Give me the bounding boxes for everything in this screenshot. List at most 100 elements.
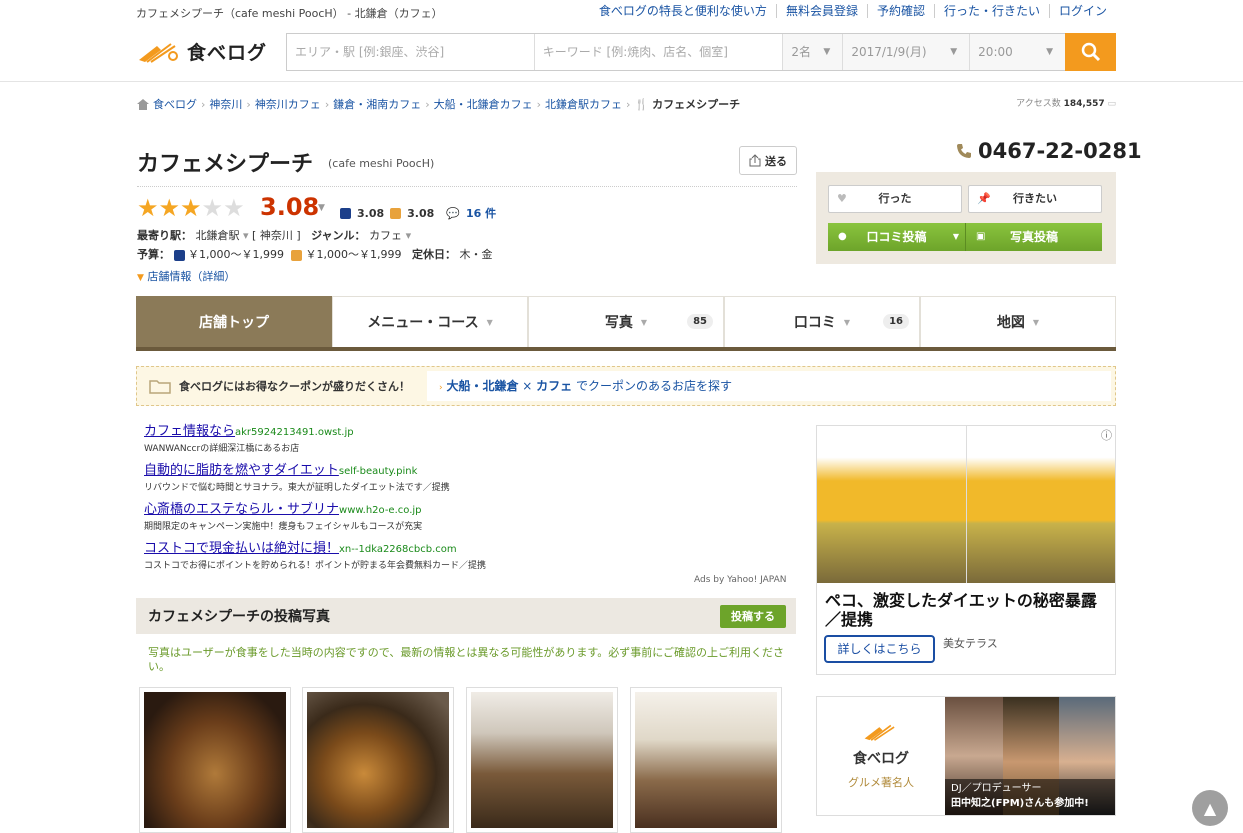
lunch-score: 3.08 (407, 206, 435, 220)
ad-title[interactable]: 心斎橋のエステならル・サブリナ (144, 502, 339, 517)
tab-bar: 店舗トップ メニュー・コース ▼ 写真 ▼ 85 口コミ ▼ 16 地図 ▼ (136, 296, 1116, 351)
holiday-value: 木・金 (459, 248, 493, 261)
info-icon[interactable]: ⓘ (1101, 427, 1112, 443)
ad-url[interactable]: akr5924213491.owst.jp (235, 427, 354, 438)
photo-thumb[interactable] (466, 687, 618, 833)
text-ads: カフェ情報ならakr5924213491.owst.jp WANWANccrの詳細… (144, 420, 794, 576)
keyword-input[interactable]: キーワード [例:焼肉、店名、個室] (534, 34, 784, 70)
breadcrumb: 食べログ › 神奈川 › 神奈川カフェ › 鎌倉・湘南カフェ › 大船・北鎌倉カフェ › … (137, 96, 740, 112)
moon-icon (173, 249, 185, 261)
chevron-down-icon: ▼ (1032, 317, 1040, 327)
sub-scores: 3.08 3.08 💬 16 件 (340, 205, 496, 221)
went-button[interactable]: ♥ 行った (828, 185, 962, 213)
date-value: 2017/1/9(月) (851, 45, 927, 59)
interior-photo (471, 692, 613, 828)
side-ad[interactable]: ⓘ ペコ、激変したダイエットの秘密暴露／提携 詳しくはこちら 美女テラス (816, 425, 1116, 675)
time-select[interactable]: 20:00 ▼ (970, 34, 1066, 70)
heart-icon: ♥ (837, 192, 847, 205)
ad-url[interactable]: self-beauty.pink (339, 466, 418, 477)
access-label: アクセス数 (1016, 99, 1061, 109)
banner-caption-1: DJ／プロデューサー (951, 783, 1042, 794)
ad-title[interactable]: カフェ情報なら (144, 424, 235, 439)
star-icon: ★ (223, 194, 245, 222)
topnav-login-link[interactable]: ログイン (1048, 4, 1116, 18)
celebrity-banner[interactable]: 食べログ グルメ著名人 DJ／プロデューサー 田中知之(FPM)さんも参加中! (816, 696, 1116, 816)
topnav-visited-link[interactable]: 行った・行きたい (933, 4, 1049, 18)
tab-top[interactable]: 店舗トップ (136, 296, 332, 347)
budget-dinner: ￥1,000～￥1,999 (188, 248, 284, 261)
photo-post-label: 写真投稿 (1009, 230, 1058, 244)
ad-item[interactable]: 心斎橋のエステならル・サブリナwww.h2o-e.co.jp 期間限定のキャンペー… (144, 498, 794, 532)
breadcrumb-item[interactable]: 鎌倉・湘南カフェ (333, 96, 421, 112)
ad-item[interactable]: コストコで現金払いは絶対に損！xn--1dka2268cbcb.com コストコで… (144, 537, 794, 571)
sun-icon (290, 249, 302, 261)
shop-info-link[interactable]: 店舗情報（詳細） (147, 270, 235, 283)
photo-thumb[interactable] (630, 687, 782, 833)
people-select[interactable]: 2名 ▼ (783, 34, 844, 70)
ad-cta-button[interactable]: 詳しくはこちら (824, 635, 935, 663)
area-input[interactable]: エリア・駅 [例:銀座、渋谷] (287, 34, 535, 70)
tab-menu[interactable]: メニュー・コース ▼ (332, 296, 528, 347)
breadcrumb-item[interactable]: 神奈川 (209, 96, 242, 112)
food-photo (144, 692, 286, 828)
comment-icon: 💬 (446, 206, 460, 220)
phone-icon (957, 144, 971, 158)
ad-desc: WANWANccrの詳細深江橋にあるお店 (144, 444, 300, 454)
restaurant-name: カフェメシプーチ (137, 152, 314, 177)
ad-url[interactable]: www.h2o-e.co.jp (339, 505, 422, 516)
tab-label: 地図 (996, 315, 1025, 331)
topnav-features-link[interactable]: 食べログの特長と便利な使い方 (590, 4, 776, 18)
tab-reviews[interactable]: 口コミ ▼ 16 (724, 296, 920, 347)
breadcrumb-item[interactable]: 大船・北鎌倉カフェ (434, 96, 533, 112)
action-box: ♥ 行った 📌 行きたい ● 口コミ投稿 ▼ ▣ 写真投稿 (816, 172, 1116, 264)
breadcrumb-item[interactable]: 北鎌倉駅カフェ (545, 96, 622, 112)
breadcrumb-item[interactable]: 食べログ (153, 96, 197, 112)
date-select[interactable]: 2017/1/9(月) ▼ (843, 34, 971, 70)
tab-photos[interactable]: 写真 ▼ 85 (528, 296, 724, 347)
logo-icon (864, 724, 895, 741)
rating-score: 3.08 (260, 193, 320, 221)
search-button[interactable] (1065, 33, 1116, 71)
send-label: 送る (765, 154, 787, 168)
phone-value: 0467-22-0281 (978, 139, 1142, 163)
send-button[interactable]: 送る (739, 146, 797, 175)
holiday-label: 定休日： (411, 248, 456, 261)
chevron-down-icon: ▼ (1046, 47, 1054, 57)
photo-thumb[interactable] (139, 687, 291, 833)
ad-item[interactable]: カフェ情報ならakr5924213491.owst.jp WANWANccrの詳細… (144, 420, 794, 454)
phone-number: 0467-22-0281 (956, 139, 1142, 163)
photos-heading: カフェメシプーチの投稿写真 (148, 609, 330, 625)
access-value: 184,557 (1063, 99, 1105, 109)
coupon-search-link[interactable]: › 大船・北鎌倉 × カフェ でクーポンのあるお店を探す (427, 371, 1111, 401)
want-button[interactable]: 📌 行きたい (968, 185, 1102, 213)
ad-title[interactable]: 自動的に脂肪を燃やすダイエット (144, 463, 339, 478)
star-icon: ★ (180, 194, 202, 222)
tab-map[interactable]: 地図 ▼ (920, 296, 1116, 347)
post-photo-button[interactable]: 投稿する (720, 605, 786, 628)
camera-icon: ▣ (976, 231, 986, 242)
coupon-area: 大船・北鎌倉 (446, 379, 519, 393)
ad-url[interactable]: xn--1dka2268cbcb.com (339, 544, 457, 555)
review-post-button[interactable]: ● 口コミ投稿 ▼ (828, 223, 966, 251)
ad-title[interactable]: コストコで現金払いは絶対に損！ (144, 541, 339, 556)
chevron-down-icon[interactable]: ▼ (318, 203, 325, 213)
ads-by[interactable]: Ads by Yahoo! JAPAN (694, 575, 787, 585)
topnav-register-link[interactable]: 無料会員登録 (775, 4, 867, 18)
ad-item[interactable]: 自動的に脂肪を燃やすダイエットself-beauty.pink リバウンドで悩む時… (144, 459, 794, 493)
breadcrumb-item[interactable]: 神奈川カフェ (255, 96, 321, 112)
top-nav: 食べログの特長と便利な使い方 無料会員登録 予約確認 行った・行きたい ログイン (590, 4, 1116, 18)
pref-value[interactable]: [ 神奈川 ] (252, 229, 301, 242)
genre-value[interactable]: カフェ (369, 229, 402, 242)
photo-post-button[interactable]: ▣ 写真投稿 (966, 223, 1102, 251)
station-value[interactable]: 北鎌倉駅 (196, 229, 240, 242)
budget-row: 予算： ￥1,000～￥1,999 ￥1,000～￥1,999 定休日： 木・金 (137, 246, 492, 262)
chevron-down-icon: ▼ (640, 317, 648, 327)
logo[interactable]: 食べログ (137, 38, 267, 65)
ad-headline[interactable]: ペコ、激変したダイエットの秘密暴露／提携 (825, 591, 1105, 629)
scroll-to-top-button[interactable]: ▲ (1192, 790, 1228, 826)
ad-image (817, 426, 1115, 583)
topnav-reservation-link[interactable]: 予約確認 (866, 4, 934, 18)
budget-lunch: ￥1,000～￥1,999 (305, 248, 402, 261)
photo-thumb[interactable] (302, 687, 454, 833)
review-count-link[interactable]: 16 件 (466, 205, 496, 221)
